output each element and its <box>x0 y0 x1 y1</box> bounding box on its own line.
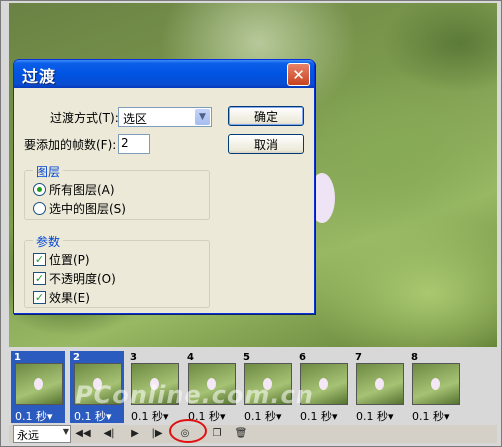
radio-all-layers[interactable]: 所有图层(A) <box>33 181 115 198</box>
frame-delay-dropdown[interactable]: 0.1 秒▾ <box>356 408 394 424</box>
frame-number: 7 <box>355 352 362 363</box>
frame-thumbnail <box>356 363 404 405</box>
tween-dialog: 过渡 ✕ 过渡方式(T): 选区 ▼ 要添加的帧数(F): 确定 取消 图层 所… <box>13 59 315 314</box>
new-frame-icon[interactable]: ❐ <box>209 426 225 441</box>
checkbox-label: 不透明度(O) <box>49 272 116 286</box>
chevron-down-icon: ▼ <box>62 427 69 436</box>
frame-number: 5 <box>243 352 250 363</box>
frame-delay-dropdown[interactable]: 0.1 秒▾ <box>412 408 450 424</box>
dialog-titlebar[interactable]: 过渡 ✕ <box>14 60 314 88</box>
frames-count-field-box <box>118 134 150 154</box>
frame-number: 6 <box>299 352 306 363</box>
highlight-circle <box>169 419 207 443</box>
checkmark-icon: ✓ <box>33 272 46 285</box>
frame-delay-dropdown[interactable]: 0.1 秒▾ <box>131 408 169 424</box>
play-icon[interactable]: ▶ <box>127 426 143 441</box>
dialog-title: 过渡 <box>22 67 57 86</box>
frames-count-field[interactable] <box>119 135 147 151</box>
radio-indicator <box>33 183 46 196</box>
checkmark-icon: ✓ <box>33 291 46 304</box>
radio-indicator <box>33 202 46 215</box>
close-icon[interactable]: ✕ <box>287 63 310 86</box>
radio-label: 所有图层(A) <box>49 183 115 197</box>
checkbox-position[interactable]: ✓ 位置(P) <box>33 251 90 268</box>
transition-select[interactable]: 选区 ▼ <box>118 107 212 127</box>
checkbox-label: 位置(P) <box>49 253 90 267</box>
frames-count-label: 要添加的帧数(F): <box>24 138 117 152</box>
frame-delay-dropdown[interactable]: 0.1 秒▾ <box>74 408 112 424</box>
next-frame-icon[interactable]: |▶ <box>149 426 165 441</box>
frame-number: 2 <box>73 352 80 363</box>
frame-number: 4 <box>187 352 194 363</box>
layers-group-title: 图层 <box>33 163 64 180</box>
watermark: PConline.com.cn <box>75 381 314 409</box>
transition-label: 过渡方式(T): <box>50 111 119 125</box>
checkmark-icon: ✓ <box>33 253 46 266</box>
loop-value: 永远 <box>17 429 39 442</box>
frame-number: 3 <box>130 352 137 363</box>
app-window: 过渡 ✕ 过渡方式(T): 选区 ▼ 要添加的帧数(F): 确定 取消 图层 所… <box>0 0 502 447</box>
first-frame-icon[interactable]: ◀◀ <box>75 426 91 441</box>
params-group-title: 参数 <box>33 233 64 250</box>
frame-delay-dropdown[interactable]: 0.1 秒▾ <box>15 408 53 424</box>
prev-frame-icon[interactable]: ◀| <box>101 426 117 441</box>
frame-8[interactable]: 8 0.1 秒▾ <box>408 351 462 423</box>
frame-thumbnail <box>412 363 460 405</box>
cancel-button[interactable]: 取消 <box>228 134 304 154</box>
frame-delay-dropdown[interactable]: 0.1 秒▾ <box>244 408 282 424</box>
checkbox-opacity[interactable]: ✓ 不透明度(O) <box>33 270 116 287</box>
ok-button[interactable]: 确定 <box>228 106 304 126</box>
delete-frame-icon[interactable]: 🗑 <box>233 426 249 441</box>
checkbox-label: 效果(E) <box>49 291 90 305</box>
checkbox-effects[interactable]: ✓ 效果(E) <box>33 289 90 306</box>
transition-value: 选区 <box>123 112 148 126</box>
frame-7[interactable]: 7 0.1 秒▾ <box>352 351 406 423</box>
radio-label: 选中的图层(S) <box>49 202 126 216</box>
frame-number: 8 <box>411 352 418 363</box>
params-group: 参数 ✓ 位置(P) ✓ 不透明度(O) ✓ 效果(E) <box>24 233 210 308</box>
radio-selected-layers[interactable]: 选中的图层(S) <box>33 200 126 217</box>
layers-group: 图层 所有图层(A) 选中的图层(S) <box>24 163 210 220</box>
loop-select[interactable]: 永远 ▼ <box>13 425 71 443</box>
frame-number: 1 <box>14 352 21 363</box>
frame-delay-dropdown[interactable]: 0.1 秒▾ <box>300 408 338 424</box>
animation-toolbar: 永远 ▼ ◀◀ ◀| ▶ |▶ ◎ ❐ 🗑 <box>9 425 497 443</box>
frame-thumbnail <box>15 363 63 405</box>
chevron-down-icon: ▼ <box>195 109 210 125</box>
frame-1[interactable]: 1 0.1 秒▾ <box>11 351 65 423</box>
